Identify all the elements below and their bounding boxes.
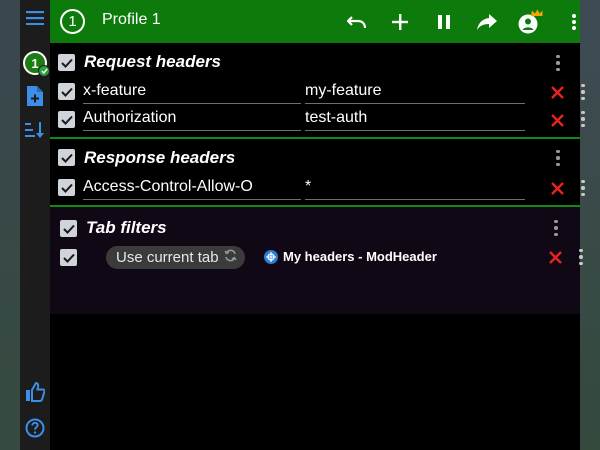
use-current-tab-button[interactable]: Use current tab bbox=[106, 246, 245, 269]
check-icon bbox=[38, 65, 50, 77]
sidebar-profile-badge[interactable]: 1 bbox=[23, 51, 50, 77]
header-row-more-icon[interactable] bbox=[576, 109, 590, 129]
request-headers-title: Request headers bbox=[84, 52, 221, 71]
share-arrow-icon[interactable] bbox=[474, 9, 500, 35]
tab-filter-row-more-icon[interactable] bbox=[574, 247, 588, 267]
response-headers-checkbox[interactable] bbox=[58, 149, 75, 166]
sort-icon[interactable] bbox=[22, 117, 48, 143]
header-name-field[interactable]: Access-Control-Allow-O bbox=[83, 176, 301, 200]
header-row-checkbox[interactable] bbox=[58, 83, 75, 100]
tab-filter-row-checkbox[interactable] bbox=[60, 249, 77, 266]
sidebar: 1 bbox=[20, 0, 50, 450]
header-value-field[interactable]: * bbox=[305, 176, 525, 200]
header-name-field[interactable]: Authorization bbox=[83, 107, 301, 131]
profile-content: Request headers x-feature my-feature Aut… bbox=[50, 43, 585, 450]
header-row-checkbox[interactable] bbox=[58, 179, 75, 196]
current-tab-info: My headers - ModHeader bbox=[264, 249, 437, 264]
header-row-more-icon[interactable] bbox=[576, 82, 590, 102]
profile-header: 1 Profile 1 bbox=[50, 0, 580, 43]
add-file-icon[interactable] bbox=[22, 83, 48, 109]
tab-filters-more-icon[interactable] bbox=[549, 218, 563, 238]
hamburger-menu-icon[interactable] bbox=[22, 5, 48, 31]
delete-tab-filter-icon[interactable] bbox=[546, 248, 564, 266]
header-value-field[interactable]: test-auth bbox=[305, 107, 525, 131]
account-crown-icon[interactable] bbox=[517, 9, 543, 35]
pause-icon[interactable] bbox=[431, 9, 457, 35]
delete-row-icon[interactable] bbox=[548, 179, 566, 197]
more-vert-icon[interactable] bbox=[561, 9, 587, 35]
backdrop-right bbox=[580, 0, 600, 450]
thumbs-up-icon[interactable] bbox=[22, 379, 48, 405]
header-value-field[interactable]: my-feature bbox=[305, 80, 525, 104]
response-headers-more-icon[interactable] bbox=[551, 148, 565, 168]
modheader-app: 1 1 Profile 1 Request headers x-feature … bbox=[20, 0, 585, 450]
delete-row-icon[interactable] bbox=[548, 111, 566, 129]
tab-filters-checkbox[interactable] bbox=[60, 220, 77, 237]
tab-filters-title: Tab filters bbox=[86, 218, 167, 237]
delete-row-icon[interactable] bbox=[548, 83, 566, 101]
section-divider bbox=[50, 137, 580, 139]
refresh-icon bbox=[223, 249, 237, 266]
request-headers-checkbox[interactable] bbox=[58, 54, 75, 71]
plus-icon[interactable] bbox=[387, 9, 413, 35]
current-tab-title: My headers - ModHeader bbox=[283, 249, 437, 264]
response-headers-title: Response headers bbox=[84, 148, 236, 167]
modheader-favicon-icon bbox=[264, 249, 278, 264]
profile-number-badge[interactable]: 1 bbox=[60, 9, 85, 34]
undo-icon[interactable] bbox=[344, 9, 370, 35]
use-current-tab-label: Use current tab bbox=[116, 249, 219, 266]
header-row-checkbox[interactable] bbox=[58, 111, 75, 128]
header-row-more-icon[interactable] bbox=[576, 178, 590, 198]
profile-title[interactable]: Profile 1 bbox=[102, 11, 161, 29]
header-name-field[interactable]: x-feature bbox=[83, 80, 301, 104]
request-headers-more-icon[interactable] bbox=[551, 53, 565, 73]
backdrop-left bbox=[0, 0, 20, 450]
help-icon[interactable] bbox=[22, 415, 48, 441]
